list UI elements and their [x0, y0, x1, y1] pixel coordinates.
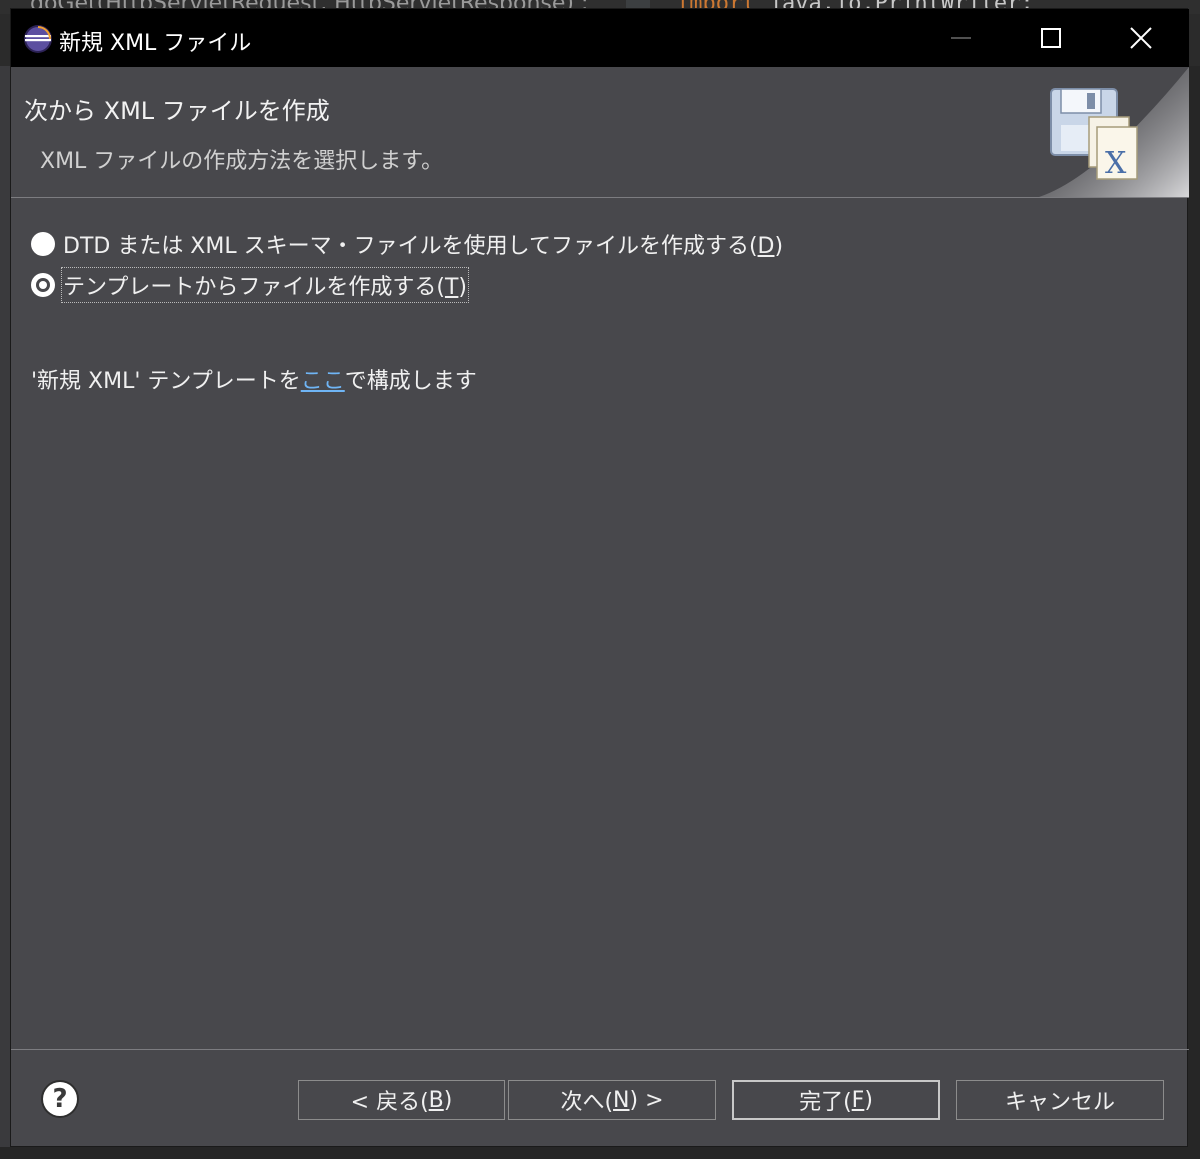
- option-dtd-or-schema-mnemonic: D: [757, 234, 775, 259]
- finish-button-mnemonic: F: [851, 1087, 865, 1113]
- background-bottom: [0, 1147, 1200, 1159]
- wizard-page-title: 次から XML ファイルを作成: [24, 97, 330, 125]
- option-from-template-suffix: ): [458, 275, 467, 300]
- finish-button[interactable]: 完了(F): [732, 1080, 940, 1120]
- option-from-template-mnemonic: T: [444, 275, 459, 300]
- option-use-dtd-or-schema[interactable]: DTD または XML スキーマ・ファイルを使用してファイルを作成する(D): [31, 229, 783, 259]
- finish-button-text: 完了(: [799, 1090, 852, 1115]
- window-title: 新規 XML ファイル: [59, 31, 252, 56]
- option-from-template-label[interactable]: テンプレートからファイルを作成する(T): [61, 267, 469, 303]
- next-button-mnemonic: N: [613, 1087, 630, 1113]
- xml-file-wizard-icon: X: [1039, 67, 1189, 197]
- close-button[interactable]: [1096, 9, 1186, 67]
- background-left-panel: [0, 66, 10, 1159]
- option-dtd-or-schema-suffix: ): [774, 234, 784, 259]
- svg-text:X: X: [1105, 146, 1127, 181]
- template-config-suffix: で構成します: [344, 369, 477, 394]
- minimize-button[interactable]: [916, 9, 1006, 67]
- title-bar[interactable]: 新規 XML ファイル: [11, 9, 1189, 67]
- template-config-link[interactable]: ここ: [301, 369, 345, 394]
- radio-dtd-or-schema[interactable]: [31, 232, 55, 256]
- wizard-header: 次から XML ファイルを作成 XML ファイルの作成方法を選択します。 X: [11, 67, 1189, 197]
- next-button-text: 次へ(: [560, 1090, 614, 1115]
- maximize-icon: [1041, 28, 1061, 48]
- back-button[interactable]: < 戻る(B): [298, 1080, 505, 1120]
- background-right-editor: [1188, 66, 1200, 1159]
- close-icon: [1130, 27, 1152, 49]
- help-button[interactable]: ?: [41, 1080, 79, 1118]
- finish-button-suffix: ): [864, 1087, 873, 1113]
- option-from-template-text: テンプレートからファイルを作成する(: [63, 275, 445, 300]
- next-button[interactable]: 次へ(N) >: [508, 1080, 716, 1120]
- option-dtd-or-schema-text: DTD または XML スキーマ・ファイルを使用してファイルを作成する(: [63, 234, 758, 259]
- help-icon: ?: [43, 1082, 77, 1116]
- option-dtd-or-schema-label[interactable]: DTD または XML スキーマ・ファイルを使用してファイルを作成する(D): [63, 228, 783, 260]
- option-from-template[interactable]: テンプレートからファイルを作成する(T): [31, 267, 469, 303]
- back-button-suffix: ): [443, 1087, 453, 1113]
- wizard-page-description: XML ファイルの作成方法を選択します。: [40, 149, 444, 174]
- maximize-button[interactable]: [1006, 9, 1096, 67]
- eclipse-icon: [24, 25, 52, 53]
- cancel-button[interactable]: キャンセル: [956, 1080, 1164, 1120]
- template-config-prefix: '新規 XML' テンプレートを: [31, 369, 301, 394]
- minimize-icon: [951, 37, 971, 39]
- back-button-text: < 戻る(: [350, 1090, 429, 1115]
- new-xml-file-dialog: 新規 XML ファイル 次から XML ファイルを作成 XML ファイルの作成方…: [10, 8, 1189, 1147]
- radio-from-template[interactable]: [31, 273, 55, 297]
- next-button-suffix: ) >: [629, 1087, 664, 1113]
- footer-separator: [11, 1049, 1189, 1050]
- header-separator: [11, 197, 1189, 198]
- template-config-line: '新規 XML' テンプレートをここで構成します: [31, 363, 477, 395]
- back-button-mnemonic: B: [428, 1087, 444, 1113]
